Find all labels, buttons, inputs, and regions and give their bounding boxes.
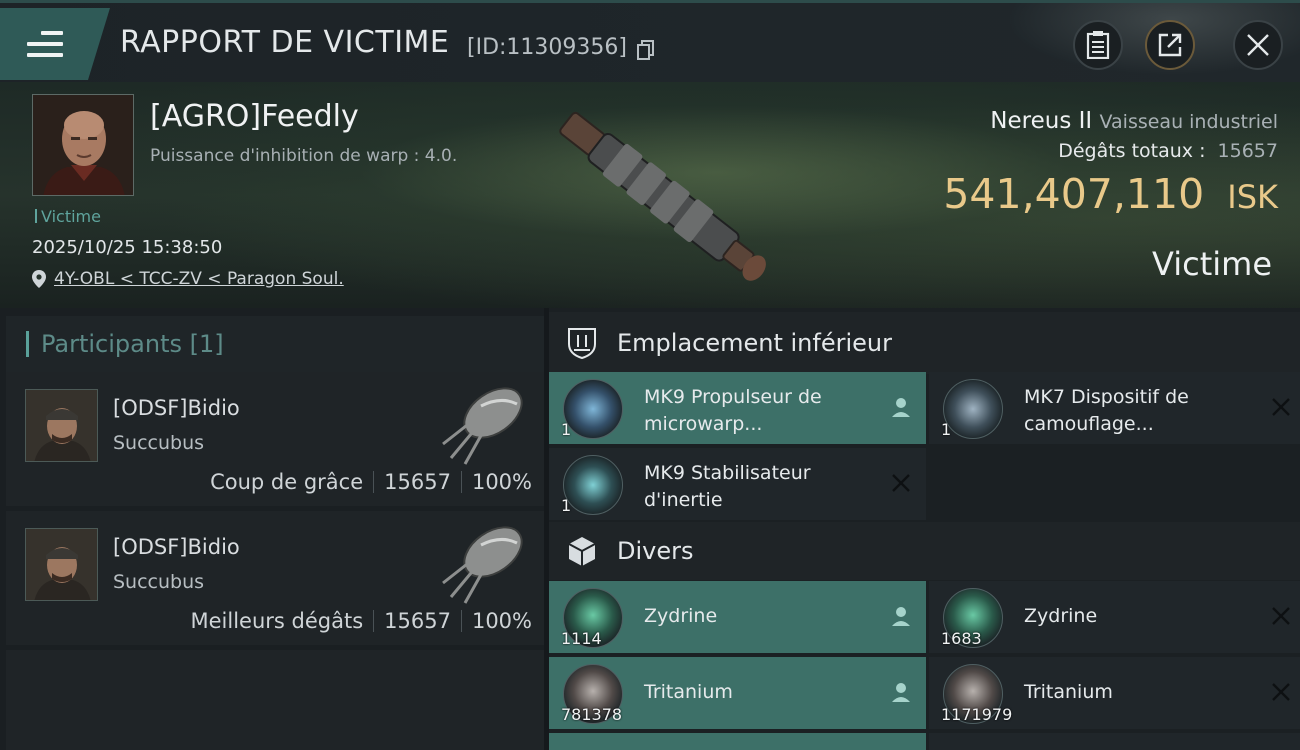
- victim-name[interactable]: [AGRO]Feedly: [150, 99, 359, 134]
- person-dropped-icon: [892, 607, 910, 626]
- close-icon: [1247, 34, 1269, 56]
- destroyed-x-icon: [1272, 683, 1290, 701]
- hamburger-icon: [27, 31, 63, 59]
- item-quantity: 1: [561, 420, 572, 439]
- fitting-item[interactable]: 1 MK7 Dispositif de camouflage...: [929, 372, 1300, 444]
- participant-avatar[interactable]: [25, 528, 98, 601]
- close-button[interactable]: [1233, 20, 1283, 70]
- isk-amount: 541,407,110: [943, 170, 1205, 218]
- fitting-item-partial[interactable]: [549, 733, 926, 750]
- fitting-item[interactable]: 1683 Zydrine: [929, 581, 1300, 653]
- item-name: MK9 Propulseur de microwarp...: [644, 386, 822, 435]
- empty-participant-slot: [6, 650, 544, 750]
- participant-damage: 15657: [384, 609, 451, 633]
- misc-section-header: Divers: [549, 522, 1300, 580]
- participants-panel: Participants [1] [ODSF]Bidio Succubus Co…: [0, 308, 544, 750]
- destroyed-x-icon: [1272, 607, 1290, 625]
- item-quantity: 1171979: [941, 705, 1013, 724]
- participant-avatar[interactable]: [25, 389, 98, 462]
- fitting-item[interactable]: 1114 Zydrine: [549, 581, 926, 653]
- low-slot-title: Emplacement inférieur: [617, 329, 892, 357]
- person-dropped-icon: [892, 398, 910, 417]
- item-quantity: 1: [941, 420, 952, 439]
- fitting-item[interactable]: 1 MK9 Propulseur de microwarp...: [549, 372, 926, 444]
- menu-button[interactable]: [0, 8, 110, 80]
- participant-name[interactable]: [ODSF]Bidio: [113, 535, 240, 559]
- victim-ship-line: Nereus II Vaisseau industriel: [990, 108, 1278, 134]
- person-dropped-icon: [892, 683, 910, 702]
- participant-ship: Succubus: [113, 432, 205, 454]
- share-icon: [1158, 33, 1182, 57]
- inertial-stabilizer-icon: [563, 455, 623, 515]
- participant-label: Coup de grâce: [210, 470, 364, 494]
- item-quantity: 1: [561, 496, 572, 515]
- title-bar: RAPPORT DE VICTIME [ID:11309356]: [0, 0, 1300, 85]
- participant-name[interactable]: [ODSF]Bidio: [113, 396, 240, 420]
- cloaking-device-icon: [943, 379, 1003, 439]
- participant-card[interactable]: [ODSF]Bidio Succubus Meilleurs dégâts 156…: [6, 511, 544, 645]
- victim-header: [AGRO]Feedly Puissance d'inhibition de w…: [0, 82, 1300, 308]
- participant-percent: 100%: [471, 470, 532, 494]
- item-quantity: 781378: [561, 705, 623, 724]
- total-damage: Dégâts totaux : 15657: [1058, 140, 1278, 162]
- fitting-panel: Emplacement inférieur 1 MK9 Propulseur d…: [549, 308, 1300, 750]
- item-name: Tritanium: [1024, 681, 1113, 703]
- participant-ship-image[interactable]: [431, 517, 531, 607]
- item-name: MK9 Stabilisateur d'inertie: [644, 462, 811, 511]
- participant-ship-image[interactable]: [431, 378, 531, 468]
- participant-card[interactable]: [ODSF]Bidio Succubus Coup de grâce 15657 1…: [6, 372, 544, 506]
- item-name: MK7 Dispositif de camouflage...: [1024, 386, 1189, 435]
- participant-label: Meilleurs dégâts: [190, 609, 364, 633]
- portrait-image: [26, 390, 97, 461]
- location-link[interactable]: 4Y-OBL < TCC-ZV < Paragon Soul.: [54, 269, 344, 289]
- fitting-item[interactable]: 1171979 Tritanium: [929, 657, 1300, 729]
- cube-icon: [568, 537, 596, 566]
- total-damage-label: Dégâts totaux :: [1058, 140, 1206, 162]
- clipboard-icon: [1086, 31, 1110, 59]
- destroyed-x-icon: [1272, 398, 1290, 416]
- location-pin-icon: [32, 270, 46, 288]
- total-damage-value: 15657: [1217, 140, 1278, 162]
- misc-title: Divers: [617, 537, 694, 565]
- ship-class: Vaisseau industriel: [1099, 111, 1279, 133]
- kill-datetime: 2025/10/25 15:38:50: [32, 237, 223, 258]
- role-label: Victime: [1152, 245, 1272, 283]
- microwarp-drive-icon: [563, 379, 623, 439]
- report-id: [ID:11309356]: [467, 35, 627, 60]
- participant-ship: Succubus: [113, 571, 205, 593]
- fitting-item-partial[interactable]: [929, 733, 1300, 750]
- victim-ship-image[interactable]: [530, 92, 790, 302]
- low-slot-section-header: Emplacement inférieur: [549, 312, 1300, 374]
- item-name: Zydrine: [644, 605, 718, 627]
- participant-stats: Meilleurs dégâts 15657 100%: [190, 609, 532, 633]
- victim-subtitle: Puissance d'inhibition de warp : 4.0.: [150, 146, 458, 166]
- participant-damage: 15657: [384, 470, 451, 494]
- item-name: Tritanium: [644, 681, 733, 703]
- portrait-image: [33, 95, 133, 195]
- fitting-item[interactable]: 781378 Tritanium: [549, 657, 926, 729]
- participant-percent: 100%: [471, 609, 532, 633]
- page-title: RAPPORT DE VICTIME: [120, 25, 450, 60]
- item-quantity: 1114: [561, 629, 602, 648]
- kill-location[interactable]: 4Y-OBL < TCC-ZV < Paragon Soul.: [32, 269, 344, 289]
- isk-unit: ISK: [1227, 178, 1278, 216]
- portrait-image: [26, 529, 97, 600]
- participant-stats: Coup de grâce 15657 100%: [210, 470, 532, 494]
- victim-avatar[interactable]: [32, 94, 134, 196]
- share-button[interactable]: [1145, 20, 1195, 70]
- low-slot-icon: [568, 328, 596, 360]
- participants-header: Participants [1]: [6, 316, 544, 372]
- notes-button[interactable]: [1073, 20, 1123, 70]
- victim-role-tag: Victime: [35, 207, 101, 226]
- ship-name[interactable]: Nereus II: [990, 108, 1092, 134]
- destroyed-x-icon: [892, 474, 910, 492]
- fitting-item[interactable]: 1 MK9 Stabilisateur d'inertie: [549, 448, 926, 520]
- item-name: Zydrine: [1024, 605, 1098, 627]
- copy-icon[interactable]: [637, 40, 655, 60]
- isk-value: 541,407,110 ISK: [943, 170, 1278, 218]
- item-quantity: 1683: [941, 629, 982, 648]
